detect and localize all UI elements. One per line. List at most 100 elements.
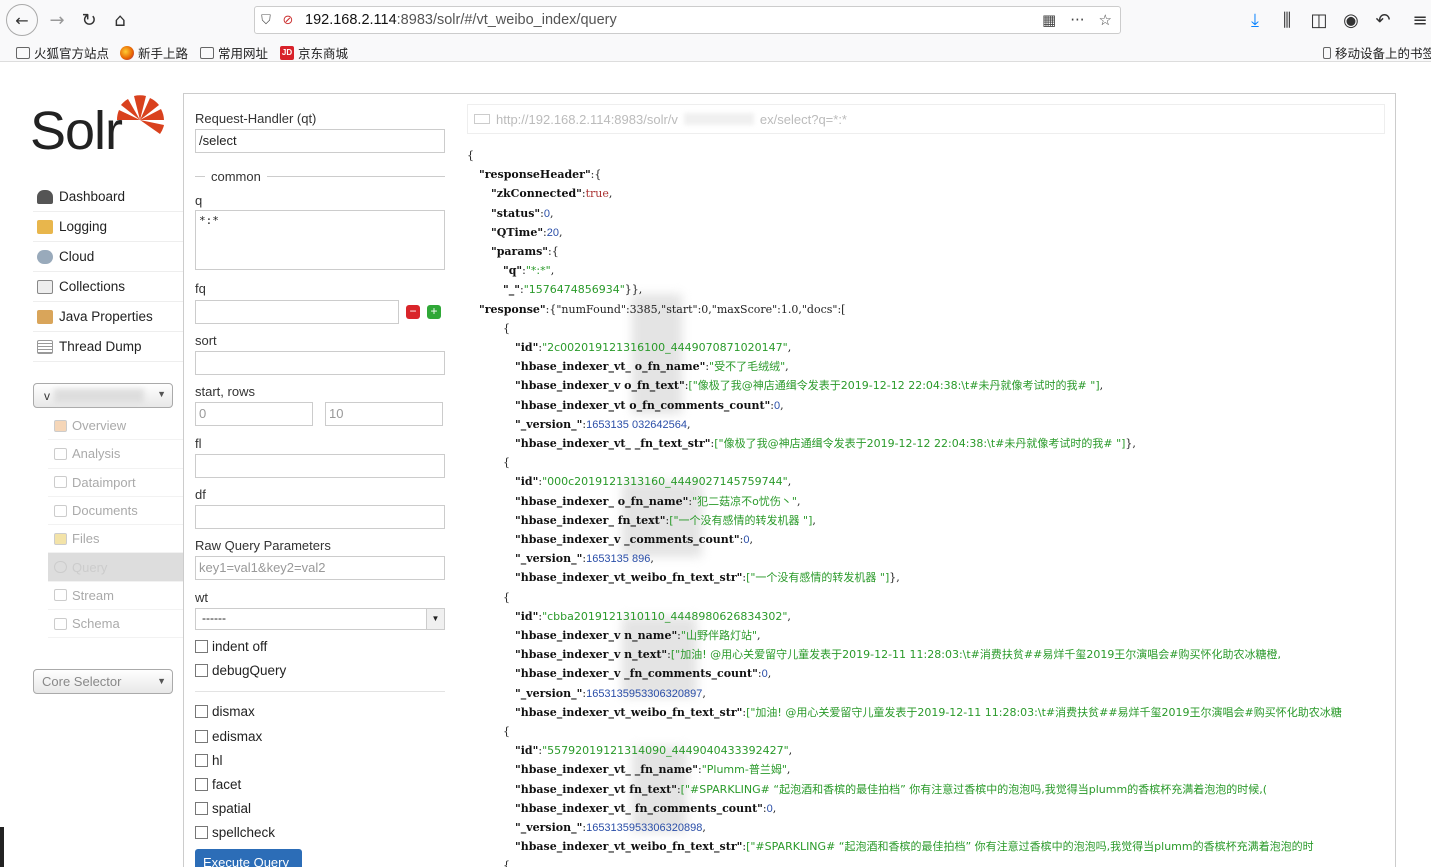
jd-icon: JD — [280, 45, 294, 60]
library-icon[interactable]: ⫼ — [1272, 6, 1302, 34]
menu-icon[interactable]: ≡ — [1405, 6, 1431, 34]
json-line: "hbase_indexer_vt_weibo_fn_text_str":["加… — [515, 705, 1342, 719]
bookmark-item[interactable]: 常用网址 — [200, 43, 268, 62]
undo-icon[interactable]: ↶ — [1368, 6, 1398, 34]
request-url-head: http://192.168.2.114:8983/solr/v — [496, 111, 678, 127]
spatial-checkbox[interactable]: spatial — [195, 801, 251, 816]
json-line: "hbase_indexer_vt_ _fn_name":"Plumm-普兰姆"… — [515, 763, 791, 777]
download-icon[interactable]: ⤓ — [1240, 6, 1270, 34]
json-line: "hbase_indexer_v n_text":["加油! @用心关爱留守儿童… — [515, 648, 1282, 662]
nav-logging[interactable]: Logging — [33, 212, 183, 242]
subnav-stream[interactable]: Stream — [48, 582, 183, 611]
bookmarks-bar: 火狐官方站点 新手上路 常用网址 JD 京东商城 移动设备上的书签 — [0, 40, 1431, 62]
more-icon[interactable]: ··· — [1070, 11, 1084, 29]
json-line: "q":"*:*", — [503, 264, 555, 278]
nav-dashboard[interactable]: Dashboard — [33, 182, 183, 212]
wt-select[interactable]: ------ ▼ — [195, 608, 445, 630]
q-label: q — [195, 193, 203, 208]
nav-java-properties[interactable]: Java Properties — [33, 302, 183, 332]
add-fq-button[interactable]: + — [427, 305, 441, 319]
collections-icon — [37, 279, 53, 294]
redacted-core-name — [54, 389, 144, 403]
solr-logo[interactable]: Solr — [30, 92, 165, 162]
request-handler-input[interactable]: /select — [195, 129, 445, 153]
hl-checkbox[interactable]: hl — [195, 753, 223, 768]
json-line: "id":"55792019121314090_4449040433392427… — [515, 744, 793, 758]
json-line: "params":{ — [491, 245, 559, 258]
sidebar-icon[interactable]: ◫ — [1304, 6, 1334, 34]
wt-value: ------ — [202, 611, 226, 625]
schema-icon — [54, 617, 67, 630]
nav-thread-dump[interactable]: Thread Dump — [33, 332, 183, 362]
forward-icon[interactable]: → — [42, 6, 72, 34]
thread-icon — [37, 339, 53, 354]
browser-toolbar: ← → ↻ ⌂ ⛉ ⊘ 192.168.2.114:8983/solr/#/vt… — [0, 0, 1431, 40]
dashboard-icon — [37, 189, 53, 204]
bookmark-item[interactable]: 新手上路 — [120, 43, 188, 62]
raw-params-input[interactable]: key1=val1&key2=val2 — [195, 556, 445, 580]
core-subnav: Overview Analysis Dataimport Documents F… — [48, 412, 183, 639]
df-input[interactable] — [195, 505, 445, 529]
url-text[interactable]: 192.168.2.114:8983/solr/#/vt_weibo_index… — [305, 12, 617, 28]
spellcheck-checkbox[interactable]: spellcheck — [195, 825, 275, 840]
sort-input[interactable] — [195, 351, 445, 375]
dismax-checkbox[interactable]: dismax — [195, 704, 255, 719]
url-bar[interactable]: ⛉ ⊘ 192.168.2.114:8983/solr/#/vt_weibo_i… — [254, 6, 1121, 34]
indent-off-checkbox[interactable]: indent off — [195, 639, 267, 654]
subnav-query[interactable]: Query — [48, 553, 183, 582]
qr-icon[interactable]: ▦ — [1042, 11, 1056, 29]
logging-icon — [37, 219, 53, 234]
subnav-documents[interactable]: Documents — [48, 497, 183, 526]
json-line: "_version_":1653135953306320898, — [515, 821, 706, 834]
options-divider — [195, 684, 445, 698]
debug-query-checkbox[interactable]: debugQuery — [195, 663, 286, 678]
core-selector[interactable]: Core Selector ▼ — [33, 669, 173, 694]
json-line: "hbase_indexer_vt o_fn_comments_count":0… — [515, 398, 784, 412]
remove-fq-button[interactable]: − — [406, 305, 420, 319]
home-icon — [54, 419, 67, 432]
home-icon[interactable]: ⌂ — [105, 6, 135, 34]
json-line: "_version_":1653135953306320897, — [515, 686, 706, 700]
fq-input[interactable] — [195, 300, 399, 324]
account-icon[interactable]: ◉ — [1336, 6, 1366, 34]
nav-collections[interactable]: Collections — [33, 272, 183, 302]
start-input[interactable]: 0 — [195, 402, 313, 426]
star-icon[interactable]: ☆ — [1099, 11, 1112, 29]
json-response: {"responseHeader":{"zkConnected":true, "s… — [467, 142, 1385, 867]
shield-icon[interactable]: ⛉ — [255, 13, 277, 28]
subnav-schema[interactable]: Schema — [48, 610, 183, 639]
documents-icon — [54, 504, 67, 517]
fl-label: fl — [195, 436, 202, 451]
facet-checkbox[interactable]: facet — [195, 777, 241, 792]
java-icon — [37, 309, 53, 324]
q-textarea[interactable]: *:* — [195, 210, 445, 270]
core-selector-label: Core Selector — [42, 674, 122, 689]
core-dropdown[interactable]: v ▼ — [33, 383, 173, 408]
bookmark-item[interactable]: JD 京东商城 — [280, 43, 348, 62]
execute-query-button[interactable]: Execute Query — [195, 849, 302, 867]
subnav-files[interactable]: Files — [48, 525, 183, 554]
subnav-dataimport[interactable]: Dataimport — [48, 469, 183, 497]
bookmark-item[interactable]: 火狐官方站点 — [16, 43, 109, 62]
mobile-bookmarks[interactable]: 移动设备上的书签 — [1323, 43, 1431, 62]
reload-icon[interactable]: ↻ — [74, 6, 104, 34]
chevron-down-icon: ▼ — [157, 676, 166, 686]
import-icon — [54, 476, 67, 489]
filter-icon — [54, 447, 67, 460]
rows-input[interactable]: 10 — [325, 402, 443, 426]
link-icon — [474, 114, 490, 124]
back-icon[interactable]: ← — [6, 4, 38, 36]
subnav-overview[interactable]: Overview — [48, 412, 183, 441]
insecure-lock-icon[interactable]: ⊘ — [277, 13, 299, 28]
nav-cloud[interactable]: Cloud — [33, 242, 183, 272]
fl-input[interactable] — [195, 454, 445, 478]
json-line: { — [503, 456, 510, 470]
subnav-analysis[interactable]: Analysis — [48, 440, 183, 469]
common-section: common — [195, 169, 445, 184]
chevron-down-icon: ▼ — [157, 389, 166, 399]
request-url-link[interactable]: http://192.168.2.114:8983/solr/v ex/sele… — [467, 104, 1385, 134]
edismax-checkbox[interactable]: edismax — [195, 729, 262, 744]
json-line: "_":"1576474856934"}}, — [503, 283, 643, 297]
wt-label: wt — [195, 590, 208, 605]
magnifier-icon — [54, 561, 67, 574]
